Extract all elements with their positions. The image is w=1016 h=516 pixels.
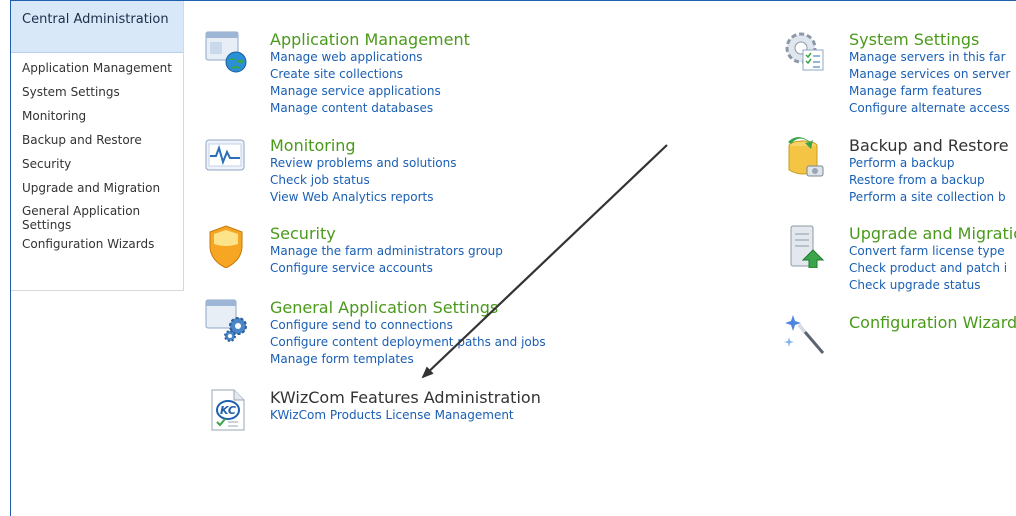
general-application-settings-links: Configure send to connections Configure …	[270, 317, 546, 368]
system-settings-text: System Settings Manage servers in this f…	[849, 30, 1010, 117]
link-check-upgrade-status[interactable]: Check upgrade status	[849, 277, 1016, 294]
link-restore-from-backup[interactable]: Restore from a backup	[849, 172, 1009, 189]
system-settings-title[interactable]: System Settings	[849, 30, 1010, 49]
upgrade-and-migration-links: Convert farm license type Check product …	[849, 243, 1016, 294]
link-create-site-collections[interactable]: Create site collections	[270, 66, 470, 83]
application-management-text: Application Management Manage web applic…	[270, 30, 470, 117]
link-check-job-status[interactable]: Check job status	[270, 172, 457, 189]
magic-wand-icon[interactable]	[783, 313, 827, 357]
upgrade-and-migration-title[interactable]: Upgrade and Migratio	[849, 224, 1016, 243]
settings-gears-icon[interactable]	[204, 298, 248, 342]
nav-item-system-settings[interactable]: System Settings	[11, 80, 183, 104]
nav-item-monitoring[interactable]: Monitoring	[11, 104, 183, 128]
upgrade-server-icon[interactable]	[783, 224, 827, 268]
link-manage-farm-administrators[interactable]: Manage the farm administrators group	[270, 243, 503, 260]
nav-item-application-management[interactable]: Application Management	[11, 56, 183, 80]
link-configure-content-deployment[interactable]: Configure content deployment paths and j…	[270, 334, 546, 351]
nav-item-backup-and-restore[interactable]: Backup and Restore	[11, 128, 183, 152]
svg-text:KC: KC	[220, 404, 236, 417]
link-kwizcom-license-management[interactable]: KWizCom Products License Management	[270, 407, 541, 424]
backup-database-icon[interactable]	[783, 136, 827, 180]
nav-list: Application Management System Settings M…	[11, 53, 183, 256]
nav-header-central-administration[interactable]: Central Administration	[11, 1, 183, 53]
link-manage-content-databases[interactable]: Manage content databases	[270, 100, 470, 117]
kwizcom-text: KWizCom Features Administration KWizCom …	[270, 388, 541, 424]
configuration-wizards-title[interactable]: Configuration Wizard	[849, 313, 1016, 332]
application-management-links: Manage web applications Create site coll…	[270, 49, 470, 117]
nav-item-configuration-wizards[interactable]: Configuration Wizards	[11, 232, 183, 256]
backup-and-restore-title[interactable]: Backup and Restore	[849, 136, 1009, 155]
monitoring-text: Monitoring Review problems and solutions…	[270, 136, 457, 206]
link-manage-servers[interactable]: Manage servers in this far	[849, 49, 1010, 66]
nav-item-upgrade-and-migration[interactable]: Upgrade and Migration	[11, 176, 183, 200]
link-convert-farm-license[interactable]: Convert farm license type	[849, 243, 1016, 260]
link-manage-service-applications[interactable]: Manage service applications	[270, 83, 470, 100]
link-configure-service-accounts[interactable]: Configure service accounts	[270, 260, 503, 277]
kwizcom-title[interactable]: KWizCom Features Administration	[270, 388, 541, 407]
shield-icon[interactable]	[204, 224, 248, 268]
link-configure-send-to-connections[interactable]: Configure send to connections	[270, 317, 546, 334]
system-settings-gear-icon[interactable]	[783, 30, 827, 74]
link-manage-services[interactable]: Manage services on server	[849, 66, 1010, 83]
upgrade-and-migration-text: Upgrade and Migratio Convert farm licens…	[849, 224, 1016, 294]
application-management-title[interactable]: Application Management	[270, 30, 470, 49]
backup-and-restore-text: Backup and Restore Perform a backup Rest…	[849, 136, 1009, 206]
link-manage-web-applications[interactable]: Manage web applications	[270, 49, 470, 66]
quick-launch-nav: Central Administration Application Manag…	[11, 1, 184, 291]
link-check-product-patch[interactable]: Check product and patch i	[849, 260, 1016, 277]
link-view-web-analytics[interactable]: View Web Analytics reports	[270, 189, 457, 206]
link-site-collection-backup[interactable]: Perform a site collection b	[849, 189, 1009, 206]
security-text: Security Manage the farm administrators …	[270, 224, 503, 277]
nav-item-general-application-settings[interactable]: General Application Settings	[11, 200, 141, 232]
kwizcom-logo-icon[interactable]: KC	[206, 388, 250, 432]
nav-item-security[interactable]: Security	[11, 152, 183, 176]
security-title[interactable]: Security	[270, 224, 503, 243]
link-manage-form-templates[interactable]: Manage form templates	[270, 351, 546, 368]
web-application-globe-icon[interactable]	[204, 30, 248, 74]
link-manage-farm-features[interactable]: Manage farm features	[849, 83, 1010, 100]
link-perform-backup[interactable]: Perform a backup	[849, 155, 1009, 172]
monitoring-chart-icon[interactable]	[204, 136, 248, 180]
link-configure-alternate-access[interactable]: Configure alternate access	[849, 100, 1010, 117]
general-application-settings-text: General Application Settings Configure s…	[270, 298, 546, 368]
link-review-problems[interactable]: Review problems and solutions	[270, 155, 457, 172]
security-links: Manage the farm administrators group Con…	[270, 243, 503, 277]
system-settings-links: Manage servers in this far Manage servic…	[849, 49, 1010, 117]
backup-and-restore-links: Perform a backup Restore from a backup P…	[849, 155, 1009, 206]
monitoring-links: Review problems and solutions Check job …	[270, 155, 457, 206]
general-application-settings-title[interactable]: General Application Settings	[270, 298, 546, 317]
configuration-wizards-text: Configuration Wizard	[849, 313, 1016, 332]
kwizcom-links: KWizCom Products License Management	[270, 407, 541, 424]
monitoring-title[interactable]: Monitoring	[270, 136, 457, 155]
